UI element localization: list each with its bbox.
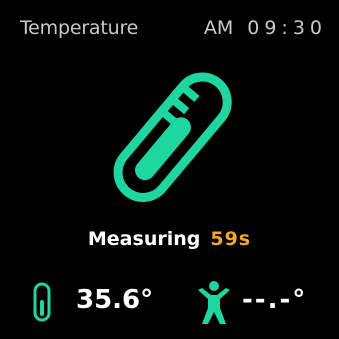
countdown-seconds: 59s: [210, 228, 252, 250]
measuring-status: Measuring 59s: [0, 228, 339, 250]
temperature-screen: Temperature AM 09:30 Measuring 59s 35.6° …: [0, 0, 339, 339]
clock: AM 09:30: [204, 17, 327, 39]
clock-am-pm: AM: [203, 17, 234, 39]
thermometer-icon: [113, 72, 232, 202]
measuring-label: Measuring: [87, 228, 201, 250]
small-thermometer-icon: [33, 282, 51, 322]
human-body-icon: [198, 281, 230, 324]
body-temperature-value: --.-°: [242, 285, 308, 315]
object-temperature-value: 35.6°: [76, 285, 154, 315]
readings-row: 35.6° --.-°: [0, 280, 339, 330]
clock-time: 09:30: [247, 17, 327, 39]
page-title: Temperature: [20, 17, 139, 39]
